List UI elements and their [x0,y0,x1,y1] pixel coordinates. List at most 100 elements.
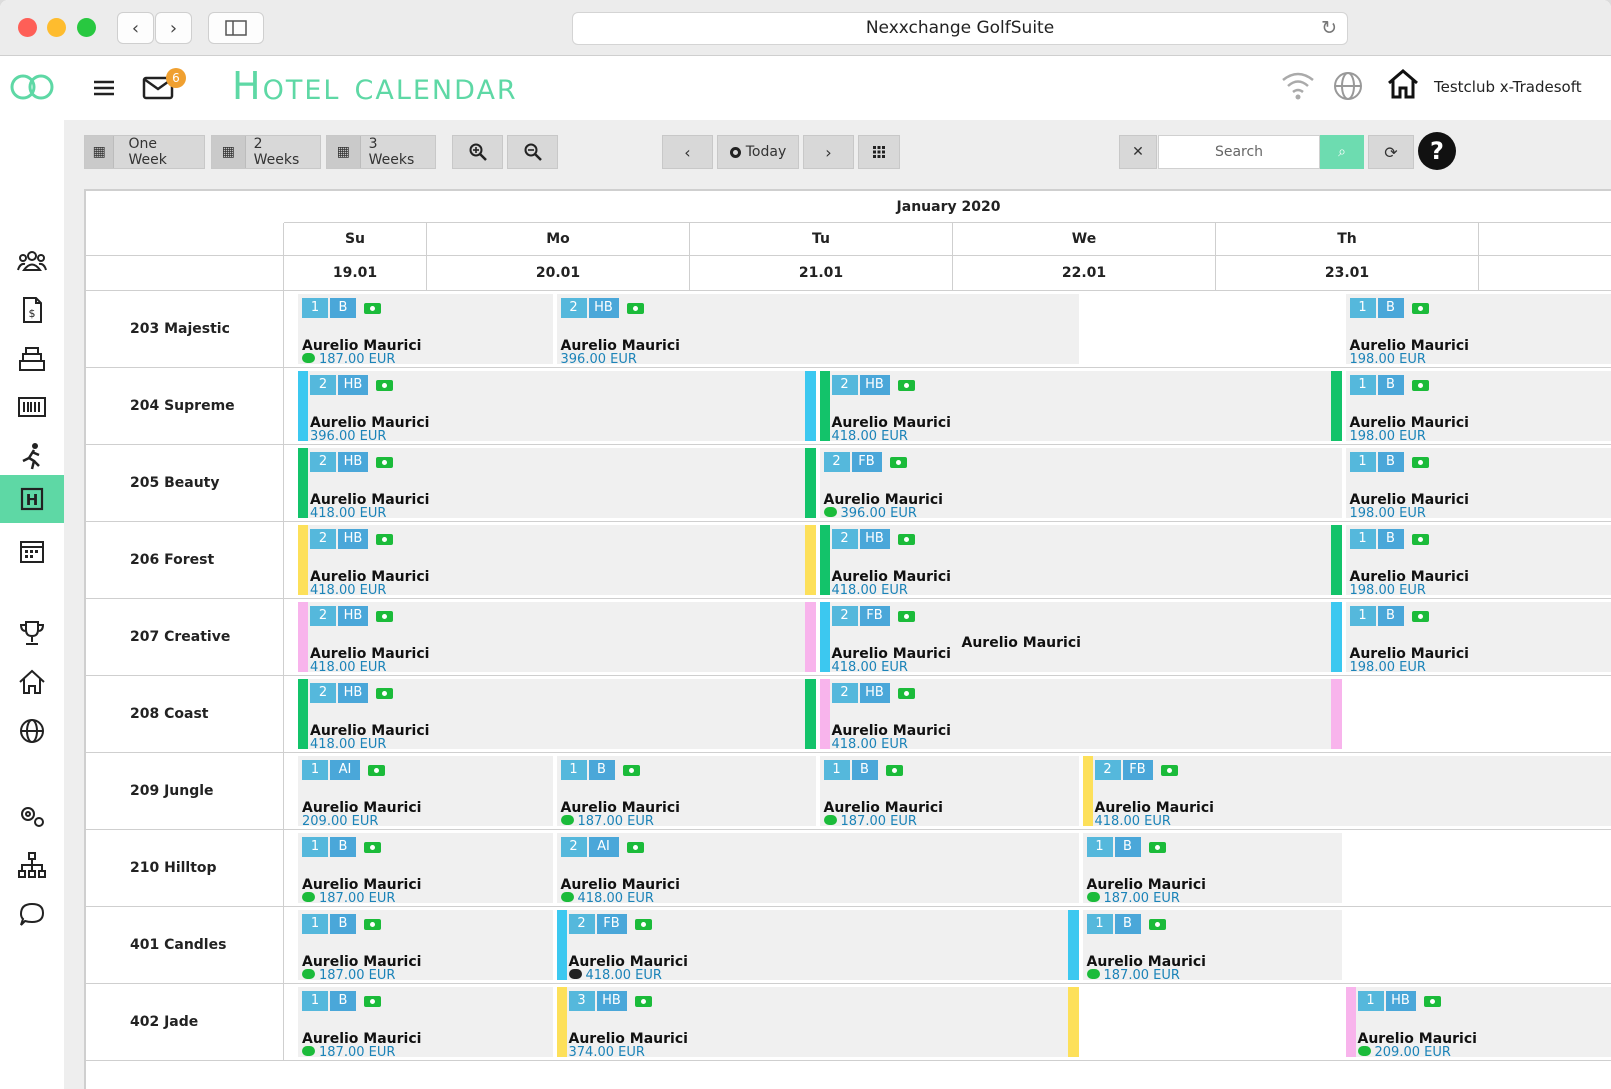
previous-icon[interactable]: ‹ [662,135,713,169]
back-icon[interactable]: ‹ [117,12,154,44]
room-label: 206 Forest [86,522,284,599]
board-badge: FB [1122,760,1153,780]
booking-card[interactable]: 1 AI Aurelio Maurici 209.00 EUR [298,756,553,829]
booking-card[interactable]: 1 B Aurelio Maurici 198.00 EUR [1345,294,1611,367]
board-badge: AI [588,837,619,857]
booking-card[interactable]: 2 FB Aurelio Maurici 418.00 EUR [1082,756,1611,829]
booking-tags: 1 HB [1357,991,1441,1011]
booking-card[interactable]: 2 HB Aurelio Maurici 418.00 EUR [819,371,1342,444]
booking-card[interactable]: 2 FB Aurelio Maurici 418.00 EUR Aurelio Maur… [819,602,1342,675]
price-text: 187.00 EUR [577,814,654,829]
price-text: 418.00 EUR [577,891,654,906]
board-badge: HB [859,529,890,549]
cash-icon [376,379,393,391]
booking-card[interactable]: 2 HB Aurelio Maurici 418.00 EUR [819,525,1342,598]
help-icon[interactable]: ? [1418,132,1456,170]
booking-card[interactable]: 2 HB Aurelio Maurici 418.00 EUR [298,679,816,752]
booking-color-stripe [556,987,567,1057]
activity-icon[interactable] [0,433,64,479]
forward-icon[interactable]: › [155,12,192,44]
home-nav-icon[interactable] [0,659,64,705]
cash-icon [1411,456,1429,468]
booking-card[interactable]: 2 FB Aurelio Maurici 418.00 EUR [556,910,1079,983]
booking-card[interactable]: 2 HB Aurelio Maurici 418.00 EUR [298,448,816,521]
cash-icon [889,456,907,468]
piggy-bank-icon [560,815,574,825]
price-text: 209.00 EUR [302,814,379,829]
one-week-button[interactable]: ▦ One Week [84,135,205,169]
three-weeks-button[interactable]: ▦ 3 Weeks [326,135,436,169]
cash-icon [376,456,393,468]
close-window-button[interactable] [18,18,37,37]
two-weeks-button[interactable]: ▦ 2 Weeks [211,135,321,169]
day-of-week-header: Th [1216,223,1479,256]
globe-icon[interactable] [1332,70,1364,102]
month-header: January 2020 [284,191,1611,223]
maximize-window-button[interactable] [77,18,96,37]
booking-card[interactable]: 2 FB Aurelio Maurici 396.00 EUR [819,448,1342,521]
zoom-in-icon[interactable] [452,135,503,169]
invoice-icon[interactable]: $ [0,287,64,333]
booking-card[interactable]: 1 B Aurelio Maurici 187.00 EUR [298,987,553,1060]
booking-card[interactable]: 1 B Aurelio Maurici 187.00 EUR [819,756,1079,829]
guests-icon[interactable] [0,238,64,284]
refresh-icon[interactable]: ⟳ [1368,135,1414,169]
chat-icon[interactable] [0,891,64,937]
logo-icon [10,74,54,100]
booking-card[interactable]: 1 B Aurelio Maurici 187.00 EUR [298,294,553,367]
menu-icon[interactable] [94,80,114,96]
address-bar[interactable]: Nexxchange GolfSuite ↻ [572,12,1348,45]
booking-card[interactable]: 2 HB Aurelio Maurici 396.00 EUR [556,294,1079,367]
room-label: 203 Majestic [86,291,284,368]
booking-card[interactable]: 2 HB Aurelio Maurici 418.00 EUR [298,525,816,598]
booking-card[interactable]: 1 HB Aurelio Maurici 209.00 EUR [1345,987,1611,1060]
booking-card[interactable]: 1 B Aurelio Maurici 187.00 EUR [298,833,553,906]
home-icon[interactable] [1386,68,1420,100]
search-icon[interactable]: ⌕ [1320,135,1364,169]
booking-card[interactable]: 1 B Aurelio Maurici 198.00 EUR [1345,602,1611,675]
settings-icon[interactable] [0,793,64,839]
today-button[interactable]: Today [717,135,799,169]
booking-tags: 2 HB [310,375,393,395]
booking-card[interactable]: 1 B Aurelio Maurici 187.00 EUR [1082,910,1342,983]
search-input[interactable]: Search [1158,135,1320,169]
trophy-icon[interactable] [0,610,64,656]
calendar-icon[interactable] [0,528,64,574]
reload-icon[interactable]: ↻ [1321,13,1337,44]
cash-register-icon[interactable] [0,336,64,382]
next-icon[interactable]: › [803,135,854,169]
minimize-window-button[interactable] [47,18,66,37]
globe-nav-icon[interactable] [0,708,64,754]
room-label: 401 Candles [86,907,284,984]
grid-view-icon[interactable] [858,135,900,169]
hotel-icon[interactable]: H [0,475,64,523]
booking-card[interactable]: 1 B Aurelio Maurici 187.00 EUR [1082,833,1342,906]
booking-card[interactable]: 1 B Aurelio Maurici 187.00 EUR [556,756,816,829]
mail-count-badge: 6 [166,68,186,88]
sidebar-toggle-icon[interactable] [208,12,264,44]
price-text: 198.00 EUR [1349,506,1426,521]
booking-tags: 1 AI [302,760,385,780]
booking-card[interactable]: 2 HB Aurelio Maurici 396.00 EUR [298,371,816,444]
booking-card[interactable]: 2 HB Aurelio Maurici 418.00 EUR [819,679,1342,752]
booking-card[interactable]: 1 B Aurelio Maurici 198.00 EUR [1345,448,1611,521]
wifi-icon [1282,72,1314,100]
zoom-out-icon[interactable] [507,135,558,169]
board-badge: HB [588,298,619,318]
booking-card[interactable]: 1 B Aurelio Maurici 198.00 EUR [1345,525,1611,598]
booking-price: 418.00 EUR [832,737,908,752]
persons-badge: 1 [1357,991,1384,1011]
clear-search-icon[interactable]: ✕ [1119,135,1157,169]
booking-card[interactable]: 2 HB Aurelio Maurici 418.00 EUR [298,602,816,675]
board-badge: HB [338,529,368,549]
booking-card[interactable]: 3 HB Aurelio Maurici 374.00 EUR [556,987,1079,1060]
booking-card[interactable]: 1 B Aurelio Maurici 187.00 EUR [298,910,553,983]
hierarchy-icon[interactable] [0,842,64,888]
booking-card[interactable]: 1 B Aurelio Maurici 198.00 EUR [1345,371,1611,444]
price-text: 187.00 EUR [840,814,917,829]
booking-card[interactable]: 2 AI Aurelio Maurici 418.00 EUR [556,833,1079,906]
day-of-week-header: Mo [427,223,690,256]
price-text: 418.00 EUR [1094,814,1171,829]
barcode-icon[interactable] [0,384,64,430]
booking-price: 396.00 EUR [310,429,386,444]
